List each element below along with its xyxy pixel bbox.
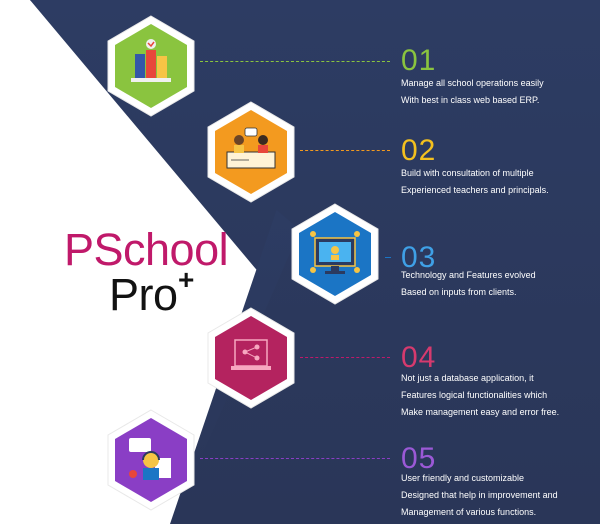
step-4-hexagon xyxy=(205,306,297,410)
step-2-hexagon xyxy=(205,100,297,204)
step-4-number: 04 xyxy=(401,341,437,374)
step-5-connector xyxy=(200,458,390,459)
teachers-consultation-icon xyxy=(207,101,295,203)
brand-suffix: Pro xyxy=(109,269,178,320)
step-2-number: 02 xyxy=(401,134,437,167)
step-4-line-1: Not just a database application, it xyxy=(401,373,534,383)
step-5-line-2: Designed that help in improvement and xyxy=(401,490,558,500)
step-5-line-1: User friendly and customizable xyxy=(401,473,525,483)
step-1-description: Manage all school operations easily With… xyxy=(401,75,596,109)
school-operations-icon xyxy=(107,15,195,117)
step-2-line-2: Experienced teachers and principals. xyxy=(401,185,549,195)
step-3-hexagon xyxy=(289,202,381,306)
technology-monitor-icon xyxy=(291,203,379,305)
brand-plus: + xyxy=(178,264,195,295)
step-4-line-2: Features logical functionalities which xyxy=(401,390,548,400)
step-1-hexagon xyxy=(105,14,197,118)
step-2-connector xyxy=(300,150,390,151)
step-4-connector xyxy=(300,357,390,358)
step-3-description: Technology and Features evolved Based on… xyxy=(401,267,596,301)
step-1-connector xyxy=(200,61,390,62)
step-1-line-1: Manage all school operations easily xyxy=(401,78,544,88)
step-1-line-2: With best in class web based ERP. xyxy=(401,95,540,105)
step-4-description: Not just a database application, it Feat… xyxy=(401,370,596,421)
brand-name: PSchool xyxy=(64,224,229,275)
step-5-line-3: Management of various functions. xyxy=(401,507,537,517)
user-support-icon xyxy=(107,409,195,511)
database-laptop-icon xyxy=(207,307,295,409)
step-3-connector xyxy=(385,257,391,258)
step-2-line-1: Build with consultation of multiple xyxy=(401,168,534,178)
step-3-line-1: Technology and Features evolved xyxy=(401,270,536,280)
step-2-description: Build with consultation of multiple Expe… xyxy=(401,165,596,199)
step-3-line-2: Based on inputs from clients. xyxy=(401,287,517,297)
step-5-hexagon xyxy=(105,408,197,512)
step-1-number: 01 xyxy=(401,44,437,77)
step-5-description: User friendly and customizable Designed … xyxy=(401,470,596,521)
step-4-line-3: Make management easy and error free. xyxy=(401,407,560,417)
